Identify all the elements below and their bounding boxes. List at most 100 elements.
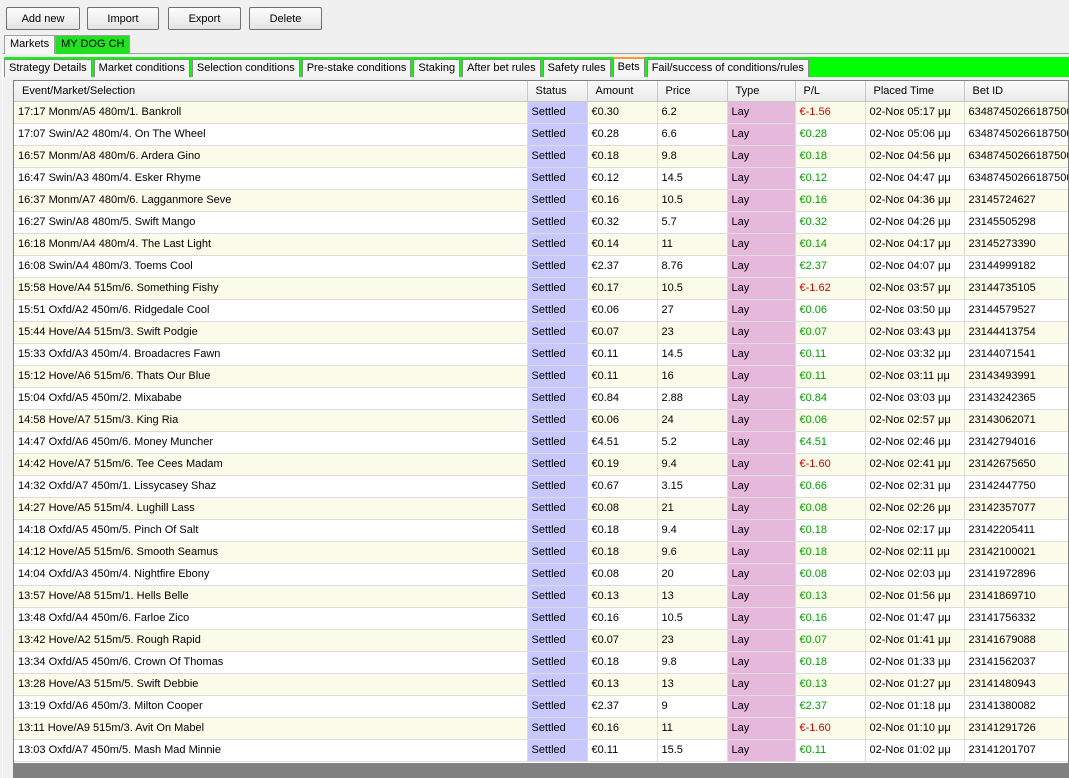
tab-selection-conditions[interactable]: Selection conditions bbox=[191, 59, 300, 77]
type-cell: Lay bbox=[727, 123, 796, 146]
type-cell: Lay bbox=[727, 299, 796, 322]
bet-id-cell: 23144999182 bbox=[964, 255, 1068, 278]
outer-tab-strip: Markets MY DOG CH bbox=[4, 35, 131, 54]
table-row[interactable]: 14:18 Oxfd/A5 450m/5. Pinch Of Salt Settl… bbox=[14, 519, 1068, 542]
tab-safety-rules[interactable]: Safety rules bbox=[542, 59, 611, 77]
placed-time-cell: 02-Noε 02:03 μμ bbox=[865, 563, 965, 586]
table-row[interactable]: 13:28 Hove/A3 515m/5. Swift Debbie Settle… bbox=[14, 673, 1068, 696]
tab-markets[interactable]: Markets bbox=[4, 35, 56, 54]
table-row[interactable]: 17:17 Monm/A5 480m/1. Bankroll Settled €0.… bbox=[14, 101, 1068, 124]
pl-cell: €0.11 bbox=[795, 343, 866, 366]
tab-my-dog-ch[interactable]: MY DOG CH bbox=[55, 35, 131, 54]
status-cell: Settled bbox=[527, 343, 588, 366]
add-new-button[interactable]: Add new bbox=[6, 7, 80, 30]
type-cell: Lay bbox=[727, 563, 796, 586]
type-cell: Lay bbox=[727, 255, 796, 278]
event-cell: 14:18 Oxfd/A5 450m/5. Pinch Of Salt bbox=[14, 519, 528, 542]
table-row[interactable]: 14:58 Hove/A7 515m/3. King Ria Settled €0.… bbox=[14, 409, 1068, 432]
bets-grid[interactable]: Event/Market/Selection Status Amount Pri… bbox=[13, 80, 1069, 764]
column-header-amount[interactable]: Amount bbox=[587, 81, 658, 102]
price-cell: 23 bbox=[657, 321, 728, 344]
pl-cell: €-1.56 bbox=[795, 101, 866, 124]
table-row[interactable]: 16:27 Swin/A8 480m/5. Swift Mango Settled… bbox=[14, 211, 1068, 234]
amount-cell: €0.32 bbox=[587, 211, 658, 234]
pl-cell: €-1.60 bbox=[795, 717, 866, 740]
tab-strategy-details[interactable]: Strategy Details bbox=[4, 59, 92, 77]
horizontal-scrollbar[interactable] bbox=[13, 764, 1069, 778]
delete-button[interactable]: Delete bbox=[249, 7, 322, 30]
bet-id-cell: 23144413754 bbox=[964, 321, 1068, 344]
placed-time-cell: 02-Noε 01:56 μμ bbox=[865, 585, 965, 608]
column-header-type[interactable]: Type bbox=[727, 81, 796, 102]
amount-cell: €0.18 bbox=[587, 519, 658, 542]
amount-cell: €0.06 bbox=[587, 299, 658, 322]
price-cell: 13 bbox=[657, 673, 728, 696]
table-row[interactable]: 13:57 Hove/A8 515m/1. Hells Belle Settled… bbox=[14, 585, 1068, 608]
table-row[interactable]: 15:51 Oxfd/A2 450m/6. Ridgedale Cool Sett… bbox=[14, 299, 1068, 322]
column-header-bet-id[interactable]: Bet ID bbox=[964, 81, 1068, 102]
table-row[interactable]: 16:08 Swin/A4 480m/3. Toems Cool Settled €… bbox=[14, 255, 1068, 278]
amount-cell: €0.07 bbox=[587, 321, 658, 344]
status-cell: Settled bbox=[527, 673, 588, 696]
placed-time-cell: 02-Noε 02:46 μμ bbox=[865, 431, 965, 454]
tab-after-bet-rules[interactable]: After bet rules bbox=[462, 59, 541, 77]
column-header-status[interactable]: Status bbox=[527, 81, 588, 102]
table-row[interactable]: 13:11 Hove/A9 515m/3. Avit On Mabel Settl… bbox=[14, 717, 1068, 740]
pl-cell: €0.06 bbox=[795, 409, 866, 432]
bet-id-cell: 23142447750 bbox=[964, 475, 1068, 498]
type-cell: Lay bbox=[727, 717, 796, 740]
table-row[interactable]: 13:42 Hove/A2 515m/5. Rough Rapid Settled… bbox=[14, 629, 1068, 652]
status-cell: Settled bbox=[527, 101, 588, 124]
column-header-placed-time[interactable]: Placed Time bbox=[865, 81, 965, 102]
table-row[interactable]: 13:03 Oxfd/A7 450m/5. Mash Mad Minnie Set… bbox=[14, 739, 1068, 762]
amount-cell: €0.16 bbox=[587, 189, 658, 212]
price-cell: 9.4 bbox=[657, 453, 728, 476]
amount-cell: €0.13 bbox=[587, 585, 658, 608]
type-cell: Lay bbox=[727, 695, 796, 718]
header-row: Event/Market/Selection Status Amount Pri… bbox=[14, 81, 1068, 102]
table-row[interactable]: 15:58 Hove/A4 515m/6. Something Fishy Set… bbox=[14, 277, 1068, 300]
tab-pre-stake-conditions[interactable]: Pre-stake conditions bbox=[301, 59, 412, 77]
type-cell: Lay bbox=[727, 585, 796, 608]
table-row[interactable]: 14:27 Hove/A5 515m/4. Lughill Lass Settle… bbox=[14, 497, 1068, 520]
table-row[interactable]: 15:44 Hove/A4 515m/3. Swift Podgie Settle… bbox=[14, 321, 1068, 344]
import-button[interactable]: Import bbox=[87, 7, 159, 30]
column-header-event[interactable]: Event/Market/Selection bbox=[14, 81, 528, 102]
table-row[interactable]: 15:12 Hove/A6 515m/6. Thats Our Blue Sett… bbox=[14, 365, 1068, 388]
tab-market-conditions[interactable]: Market conditions bbox=[93, 59, 190, 77]
table-row[interactable]: 13:34 Oxfd/A5 450m/6. Crown Of Thomas Set… bbox=[14, 651, 1068, 674]
placed-time-cell: 02-Noε 02:17 μμ bbox=[865, 519, 965, 542]
tab-staking[interactable]: Staking bbox=[413, 59, 461, 77]
table-row[interactable]: 13:48 Oxfd/A4 450m/6. Farloe Zico Settled… bbox=[14, 607, 1068, 630]
table-row[interactable]: 16:37 Monm/A7 480m/6. Lagganmore Seve Set… bbox=[14, 189, 1068, 212]
status-cell: Settled bbox=[527, 651, 588, 674]
table-row[interactable]: 14:04 Oxfd/A3 450m/4. Nightfire Ebony Set… bbox=[14, 563, 1068, 586]
pl-cell: €0.18 bbox=[795, 519, 866, 542]
table-row[interactable]: 16:57 Monm/A8 480m/6. Ardera Gino Settled… bbox=[14, 145, 1068, 168]
pl-cell: €0.08 bbox=[795, 497, 866, 520]
status-cell: Settled bbox=[527, 629, 588, 652]
tab-bets[interactable]: Bets bbox=[612, 57, 645, 77]
column-header-price[interactable]: Price bbox=[657, 81, 728, 102]
table-row[interactable]: 16:18 Monm/A4 480m/4. The Last Light Sett… bbox=[14, 233, 1068, 256]
price-cell: 11 bbox=[657, 233, 728, 256]
pl-cell: €2.37 bbox=[795, 695, 866, 718]
table-row[interactable]: 17:07 Swin/A2 480m/4. On The Wheel Settle… bbox=[14, 123, 1068, 146]
table-row[interactable]: 14:42 Hove/A7 515m/6. Tee Cees Madam Sett… bbox=[14, 453, 1068, 476]
table-row[interactable]: 14:32 Oxfd/A7 450m/1. Lissycasey Shaz Set… bbox=[14, 475, 1068, 498]
event-cell: 15:33 Oxfd/A3 450m/4. Broadacres Fawn bbox=[14, 343, 528, 366]
table-row[interactable]: 13:19 Oxfd/A6 450m/3. Milton Cooper Settl… bbox=[14, 695, 1068, 718]
table-row[interactable]: 14:47 Oxfd/A6 450m/6. Money Muncher Settl… bbox=[14, 431, 1068, 454]
pl-cell: €0.13 bbox=[795, 585, 866, 608]
column-header-pl[interactable]: P/L bbox=[795, 81, 866, 102]
status-cell: Settled bbox=[527, 255, 588, 278]
table-row[interactable]: 16:47 Swin/A3 480m/4. Esker Rhyme Settled… bbox=[14, 167, 1068, 190]
event-cell: 13:57 Hove/A8 515m/1. Hells Belle bbox=[14, 585, 528, 608]
tab-fail-success-conditions[interactable]: Fail/success of conditions/rules bbox=[646, 59, 809, 77]
table-row[interactable]: 14:12 Hove/A5 515m/6. Smooth Seamus Settl… bbox=[14, 541, 1068, 564]
event-cell: 15:44 Hove/A4 515m/3. Swift Podgie bbox=[14, 321, 528, 344]
table-row[interactable]: 15:04 Oxfd/A5 450m/2. Mixababe Settled €0.… bbox=[14, 387, 1068, 410]
table-row[interactable]: 15:33 Oxfd/A3 450m/4. Broadacres Fawn Set… bbox=[14, 343, 1068, 366]
status-cell: Settled bbox=[527, 321, 588, 344]
export-button[interactable]: Export bbox=[168, 7, 241, 30]
